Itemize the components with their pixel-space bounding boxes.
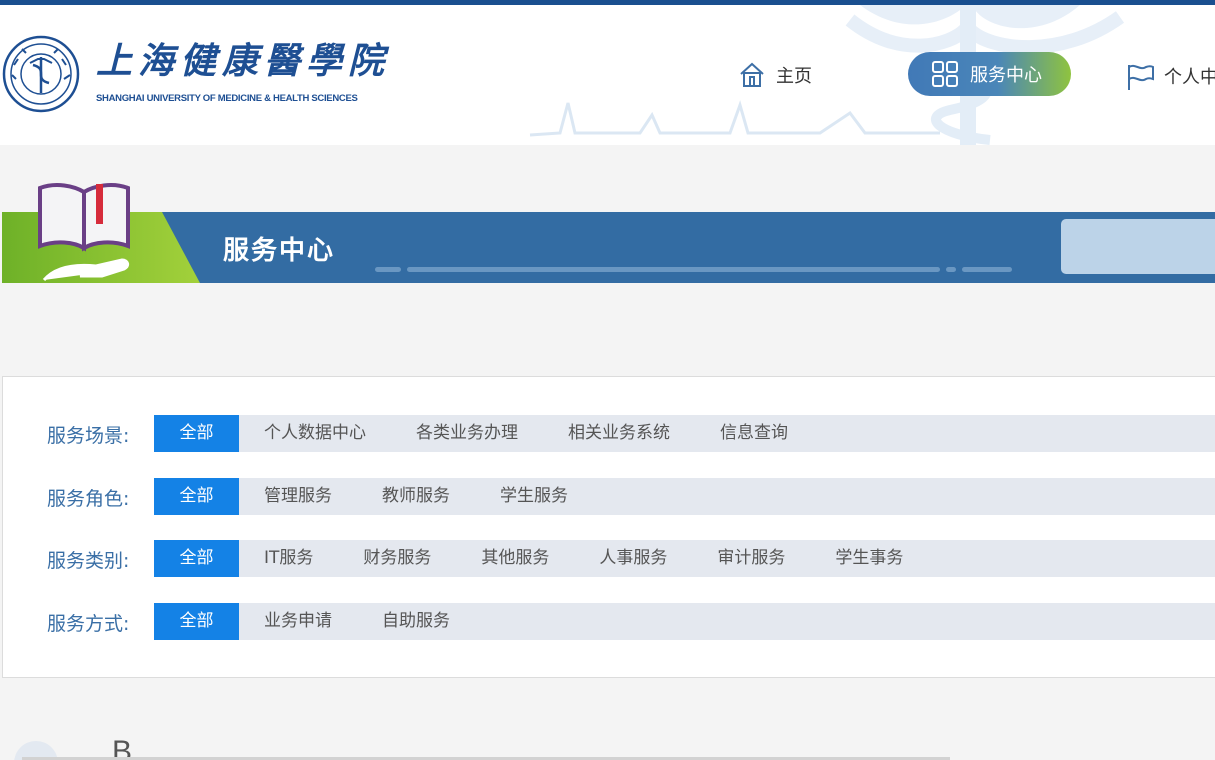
header-background-decoration (529, 5, 1125, 145)
filter-options-bar: 全部 业务申请 自助服务 (154, 603, 1215, 640)
header: 上海健康醫學院 SHANGHAI UNIVERSITY OF MEDICINE … (0, 5, 1215, 145)
university-seal-icon (2, 35, 80, 113)
filter-option[interactable]: 业务申请 (239, 603, 357, 640)
filter-row: 服务场景: 全部 个人数据中心 各类业务办理 相关业务系统 信息查询 (3, 415, 1215, 452)
filter-row: 服务类别: 全部 IT服务 财务服务 其他服务 人事服务 审计服务 学生事务 (3, 540, 1215, 577)
filter-options-bar: 全部 个人数据中心 各类业务办理 相关业务系统 信息查询 (154, 415, 1215, 452)
filter-label: 服务方式: (47, 613, 130, 635)
nav-home[interactable]: 主页 (738, 61, 812, 89)
filter-option[interactable]: IT服务 (239, 540, 338, 577)
grid-icon (932, 61, 958, 87)
nav-home-label: 主页 (776, 66, 812, 87)
service-center-banner: 服务中心 (2, 212, 1215, 283)
nav-personal-center-label: 个人中 (1164, 67, 1215, 88)
filter-option-all[interactable]: 全部 (154, 540, 239, 577)
filter-option-all[interactable]: 全部 (154, 603, 239, 640)
filter-label: 服务类别: (47, 550, 130, 572)
filter-option[interactable]: 各类业务办理 (391, 415, 543, 452)
nav-service-center-label: 服务中心 (970, 65, 1042, 86)
filter-option[interactable]: 相关业务系统 (543, 415, 695, 452)
filter-option-all[interactable]: 全部 (154, 415, 239, 452)
banner-decor-dash (946, 267, 956, 272)
nav-service-center[interactable]: 服务中心 (908, 52, 1071, 96)
filter-option[interactable]: 管理服务 (239, 478, 357, 515)
banner-title: 服务中心 (223, 236, 336, 266)
logo-english-name: SHANGHAI UNIVERSITY OF MEDICINE & HEALTH… (96, 93, 358, 104)
filter-option[interactable]: 信息查询 (695, 415, 813, 452)
university-logo[interactable]: 上海健康醫學院 SHANGHAI UNIVERSITY OF MEDICINE … (2, 35, 390, 113)
filter-label: 服务角色: (47, 488, 130, 510)
filter-row: 服务方式: 全部 业务申请 自助服务 (3, 603, 1215, 640)
banner-decor-dash (962, 267, 1012, 272)
filter-row: 服务角色: 全部 管理服务 教师服务 学生服务 (3, 478, 1215, 515)
filter-option[interactable]: 人事服务 (574, 540, 692, 577)
filter-option[interactable]: 财务服务 (338, 540, 456, 577)
filter-option[interactable]: 其他服务 (456, 540, 574, 577)
filter-option-all[interactable]: 全部 (154, 478, 239, 515)
filter-option[interactable]: 学生事务 (810, 540, 928, 577)
home-icon (740, 62, 764, 87)
flag-icon (1128, 64, 1154, 90)
logo-chinese-name: 上海健康醫學院 (96, 40, 391, 82)
banner-decor-dash (375, 267, 401, 272)
filter-option[interactable]: 教师服务 (357, 478, 475, 515)
book-hand-icon (38, 183, 130, 282)
filter-option[interactable]: 审计服务 (692, 540, 810, 577)
filter-option[interactable]: 自助服务 (357, 603, 475, 640)
filter-panel: 服务场景: 全部 个人数据中心 各类业务办理 相关业务系统 信息查询 服务角色: 全部 管理服务… (2, 376, 1215, 678)
filter-option[interactable]: 学生服务 (475, 478, 593, 515)
nav-personal-center[interactable]: 个人中 (1126, 61, 1215, 91)
filter-options-bar: 全部 管理服务 教师服务 学生服务 (154, 478, 1215, 515)
banner-search-box[interactable] (1061, 219, 1215, 274)
banner-decor-dash (407, 267, 940, 272)
filter-label: 服务场景: (47, 425, 130, 447)
filter-options-bar: 全部 IT服务 财务服务 其他服务 人事服务 审计服务 学生事务 (154, 540, 1215, 577)
service-list-section: B (0, 678, 1215, 760)
filter-option[interactable]: 个人数据中心 (239, 415, 391, 452)
